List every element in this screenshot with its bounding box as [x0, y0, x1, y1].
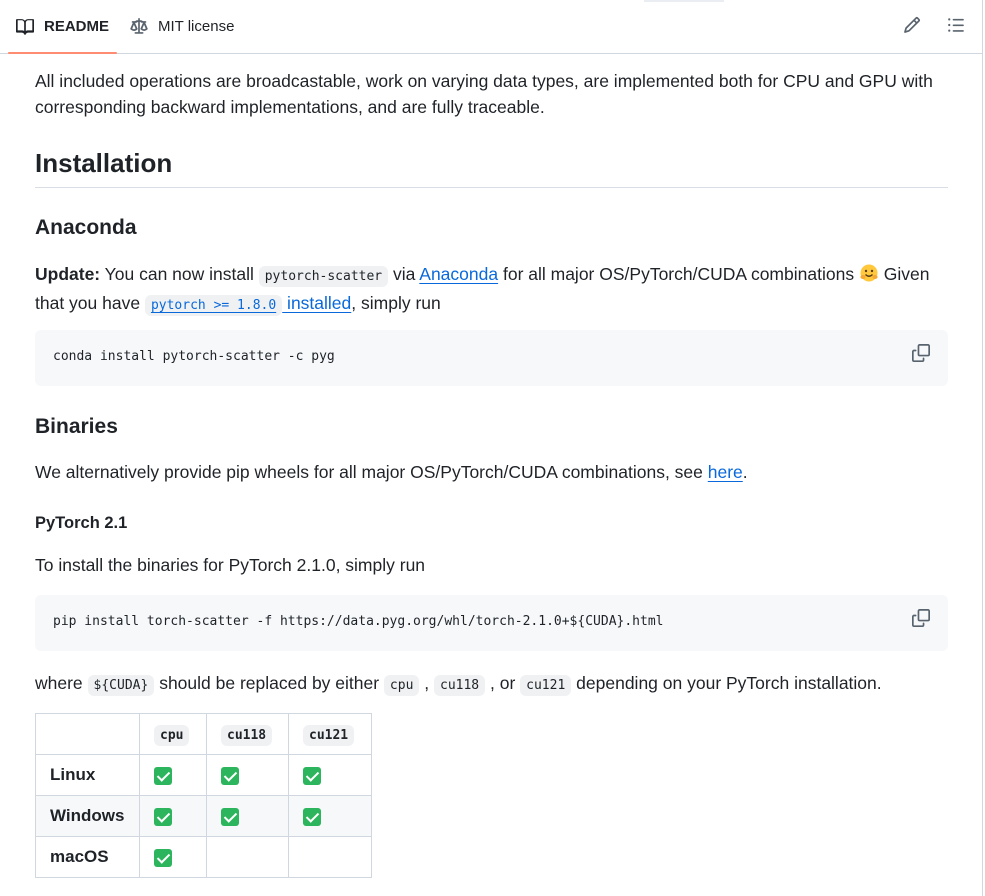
update-label: Update:	[35, 264, 101, 284]
text-span: You can now install	[100, 264, 259, 284]
binaries-paragraph: We alternatively provide pip wheels for …	[35, 459, 948, 485]
text-span: where	[35, 673, 88, 693]
cpu-code: cpu	[383, 675, 420, 696]
text-span: depending on your PyTorch installation.	[571, 673, 882, 693]
book-icon	[16, 18, 34, 36]
text-span: should be replaced by either	[154, 673, 384, 693]
white-check-mark-icon	[221, 807, 239, 826]
white-check-mark-icon	[154, 807, 172, 826]
edit-file-button[interactable]	[899, 14, 925, 40]
outline-button[interactable]	[943, 14, 969, 40]
req-code: pytorch >= 1.8.0	[144, 295, 283, 316]
white-check-mark-icon	[303, 807, 321, 826]
law-icon	[130, 17, 148, 36]
tab-license-label: MIT license	[158, 18, 235, 35]
pkg-code: pytorch-scatter	[258, 266, 389, 287]
white-check-mark-icon	[221, 766, 239, 785]
installation-heading: Installation	[35, 148, 948, 188]
anaconda-paragraph: Update: You can now install pytorch-scat…	[35, 261, 948, 319]
text-span: , or	[485, 673, 521, 693]
table-header-cu118: cu118	[206, 713, 289, 755]
white-check-mark-icon	[154, 848, 172, 867]
conda-command[interactable]: conda install pytorch-scatter -c pyg	[53, 349, 335, 364]
header-code: cu121	[303, 725, 355, 746]
white-check-mark-icon	[303, 766, 321, 785]
row-label: Windows	[35, 795, 140, 837]
text-span: ,	[419, 673, 434, 693]
conda-command-block: conda install pytorch-scatter -c pyg	[35, 330, 948, 386]
table-row: Linux	[35, 754, 372, 796]
cuda-paragraph: where ${CUDA} should be replaced by eith…	[35, 670, 948, 699]
header-code: cpu	[154, 725, 190, 746]
pytorch-version-heading: PyTorch 2.1	[35, 514, 128, 532]
row-label: Linux	[35, 754, 140, 796]
text-span: for all major OS/PyTorch/CUDA combinatio…	[498, 264, 859, 284]
table-row: macOS	[35, 836, 372, 878]
installed-link-text: installed	[282, 293, 352, 313]
table-header-cu121: cu121	[288, 713, 372, 755]
tab-license[interactable]: MIT license	[130, 0, 234, 53]
text-span: We alternatively provide pip wheels for …	[35, 462, 708, 482]
binaries-heading: Binaries	[35, 415, 118, 438]
cu121-code: cu121	[520, 675, 572, 696]
anaconda-heading: Anaconda	[35, 216, 137, 239]
intro-paragraph: All included operations are broadcastabl…	[35, 71, 933, 117]
cuda-code: ${CUDA}	[87, 675, 155, 696]
white-check-mark-icon	[154, 766, 172, 785]
binaries-table: cpu cu118 cu121 Linux Windows macOS	[35, 713, 372, 878]
hugging-face-emoji-icon	[859, 263, 879, 283]
cell-cu118	[206, 836, 289, 878]
cell-cpu	[139, 754, 207, 796]
pip-command[interactable]: pip install torch-scatter -f https://dat…	[53, 614, 663, 629]
cell-cu121	[288, 754, 372, 796]
cell-cu118	[206, 754, 289, 796]
here-link[interactable]: here	[708, 462, 743, 482]
table-header-row: cpu cu118 cu121	[35, 713, 372, 755]
tab-readme-label: README	[44, 18, 110, 35]
readme-tab-bar: README MIT license	[0, 0, 983, 54]
cell-cu121	[288, 836, 372, 878]
list-unordered-icon	[947, 16, 965, 39]
pip-command-block: pip install torch-scatter -f https://dat…	[35, 595, 948, 651]
pencil-icon	[903, 16, 921, 39]
header-code: cu118	[221, 725, 273, 746]
text-span: .	[742, 462, 748, 482]
readme-panel: README MIT license All included operatio…	[0, 0, 983, 896]
cu118-code: cu118	[434, 675, 486, 696]
copy-icon	[912, 343, 930, 367]
row-label: macOS	[35, 836, 140, 878]
tab-readme[interactable]: README	[8, 0, 118, 54]
table-header-empty	[35, 713, 140, 755]
table-row: Windows	[35, 795, 372, 837]
copy-button[interactable]	[908, 607, 934, 633]
cell-cu118	[206, 795, 289, 837]
pytorch-installed-link[interactable]: pytorch >= 1.8.0 installed	[144, 293, 352, 316]
pip-intro-paragraph: To install the binaries for PyTorch 2.1.…	[35, 555, 426, 575]
anaconda-link[interactable]: Anaconda	[419, 264, 498, 284]
table-header-cpu: cpu	[139, 713, 207, 755]
copy-icon	[912, 608, 930, 632]
text-span: , simply run	[351, 293, 441, 313]
table-body: Linux Windows macOS	[35, 754, 372, 878]
cell-cpu	[139, 836, 207, 878]
cell-cu121	[288, 795, 372, 837]
copy-button[interactable]	[908, 342, 934, 368]
cell-cpu	[139, 795, 207, 837]
text-span: via	[388, 264, 420, 284]
